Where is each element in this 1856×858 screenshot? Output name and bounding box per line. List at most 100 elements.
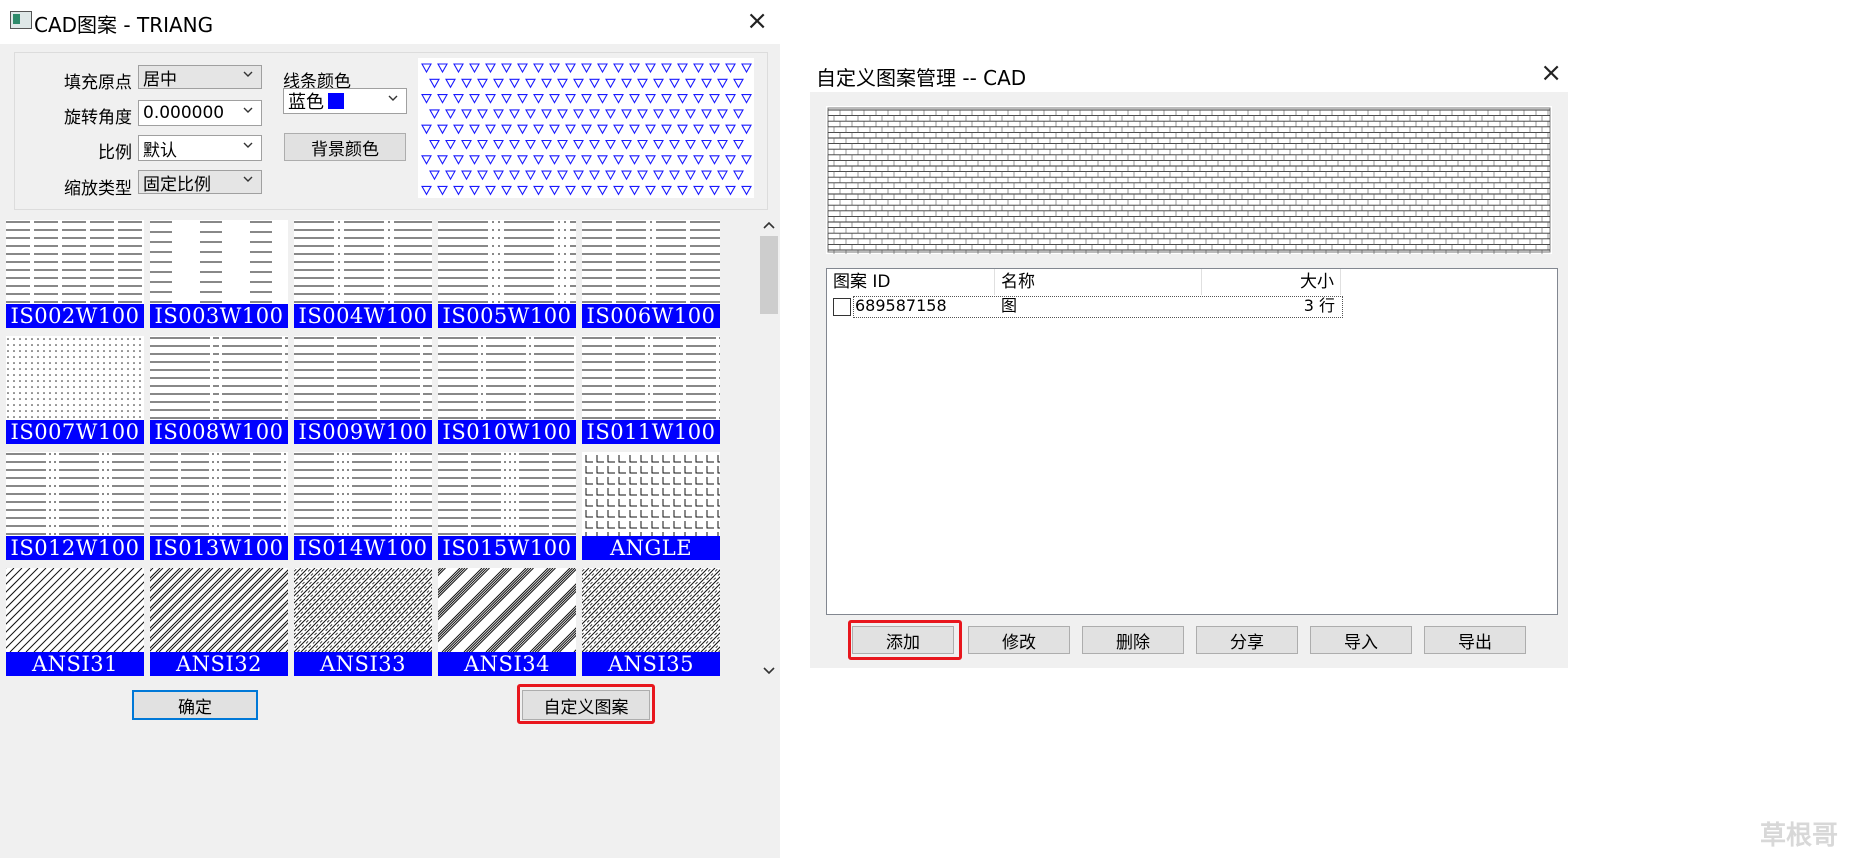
pattern-thumbnail	[6, 568, 144, 652]
pattern-thumbnail	[582, 220, 720, 304]
pattern-thumbnail	[438, 336, 576, 420]
pattern-tile[interactable]: ANSI35	[582, 568, 720, 676]
vertical-scrollbar[interactable]	[758, 216, 780, 680]
pattern-thumbnail	[438, 220, 576, 304]
pattern-thumbnail	[6, 452, 144, 536]
pattern-id: 689587158	[855, 296, 947, 315]
pattern-tile[interactable]: IS003W100	[150, 220, 288, 328]
pattern-tile[interactable]: IS014W100	[294, 452, 432, 560]
scale-select[interactable]: 默认	[138, 135, 262, 161]
scale-type-label: 缩放类型	[64, 179, 132, 199]
chevron-down-icon	[243, 176, 253, 182]
pattern-tile[interactable]: ANSI33	[294, 568, 432, 676]
cad-pattern-dialog: CAD图案 - TRIANG × 填充原点 居中 旋转角度 0.000000 比…	[0, 0, 780, 858]
ok-button[interactable]: 确定	[132, 690, 258, 720]
close-icon[interactable]: ×	[746, 6, 768, 36]
custom-pattern-button[interactable]: 自定义图案	[522, 690, 650, 720]
custom-pattern-preview	[826, 106, 1552, 256]
pattern-thumbnail	[438, 568, 576, 652]
pattern-tile-label: IS015W100	[438, 536, 576, 560]
chevron-down-icon	[243, 71, 253, 77]
rotation-label: 旋转角度	[64, 108, 132, 128]
pattern-tile-label: IS013W100	[150, 536, 288, 560]
pattern-tile[interactable]: IS009W100	[294, 336, 432, 444]
pattern-tile-label: ANSI32	[150, 652, 288, 676]
window-title: CAD图案 - TRIANG	[34, 13, 214, 37]
modify-button[interactable]: 修改	[968, 626, 1070, 654]
row-checkbox[interactable]	[833, 298, 851, 316]
column-header-size[interactable]: 大小	[1202, 269, 1341, 295]
background-color-button[interactable]: 背景颜色	[284, 133, 406, 161]
pattern-tile-label: IS002W100	[6, 304, 144, 328]
pattern-tile[interactable]: IS006W100	[582, 220, 720, 328]
chevron-down-icon	[243, 142, 253, 148]
scale-type-select[interactable]: 固定比例	[138, 170, 262, 195]
pattern-thumbnail	[6, 336, 144, 420]
scale-label: 比例	[98, 143, 132, 163]
pattern-tile-label: IS009W100	[294, 420, 432, 444]
pattern-tile[interactable]: IS008W100	[150, 336, 288, 444]
pattern-tile[interactable]: IS011W100	[582, 336, 720, 444]
chevron-down-icon	[388, 95, 398, 101]
close-icon[interactable]: ×	[1540, 58, 1562, 88]
rotation-select[interactable]: 0.000000	[138, 100, 262, 126]
pattern-tile[interactable]: IS013W100	[150, 452, 288, 560]
pattern-tile[interactable]: IS010W100	[438, 336, 576, 444]
pattern-tile[interactable]: ANSI34	[438, 568, 576, 676]
fill-origin-select[interactable]: 居中	[138, 65, 262, 90]
pattern-tile[interactable]: IS005W100	[438, 220, 576, 328]
pattern-thumbnail	[6, 220, 144, 304]
chevron-down-icon[interactable]	[763, 666, 775, 676]
share-button[interactable]: 分享	[1196, 626, 1298, 654]
pattern-tile-label: IS004W100	[294, 304, 432, 328]
pattern-tile-label: IS007W100	[6, 420, 144, 444]
pattern-thumbnail	[582, 336, 720, 420]
scrollbar-thumb[interactable]	[760, 236, 778, 314]
pattern-thumbnail	[294, 336, 432, 420]
delete-button[interactable]: 删除	[1082, 626, 1184, 654]
pattern-tile[interactable]: IS002W100	[6, 220, 144, 328]
chevron-up-icon[interactable]	[763, 220, 775, 230]
export-button[interactable]: 导出	[1424, 626, 1526, 654]
rotation-value: 0.000000	[143, 103, 225, 123]
window-title: 自定义图案管理 -- CAD	[816, 66, 1027, 90]
pattern-tile[interactable]: ANSI31	[6, 568, 144, 676]
pattern-thumbnail	[294, 452, 432, 536]
pattern-tile-label: ANSI33	[294, 652, 432, 676]
title-bar: CAD图案 - TRIANG ×	[0, 0, 780, 44]
color-swatch	[328, 93, 344, 109]
pattern-tile[interactable]: IS007W100	[6, 336, 144, 444]
fill-origin-label: 填充原点	[64, 73, 132, 93]
pattern-thumbnail	[582, 568, 720, 652]
column-header-name[interactable]: 名称	[995, 269, 1202, 295]
pattern-tile-label: ANSI35	[582, 652, 720, 676]
watermark: 草根哥	[1759, 821, 1838, 851]
pattern-thumbnail	[582, 452, 720, 536]
pattern-tile[interactable]: IS015W100	[438, 452, 576, 560]
line-color-value: 蓝色	[288, 92, 324, 113]
pattern-tile[interactable]: ANSI32	[150, 568, 288, 676]
pattern-thumbnail	[150, 452, 288, 536]
pattern-tile-label: IS003W100	[150, 304, 288, 328]
custom-pattern-manager-dialog: 自定义图案管理 -- CAD × 图案 ID 名称 大小 689587158 图…	[810, 56, 1568, 668]
pattern-tile-label: ANSI31	[6, 652, 144, 676]
line-color-select[interactable]: 蓝色	[283, 88, 407, 114]
title-bar: 自定义图案管理 -- CAD ×	[810, 56, 1568, 92]
pattern-size: 3 行	[1303, 296, 1335, 315]
add-button[interactable]: 添加	[852, 626, 954, 654]
table-row[interactable]: 689587158 图 3 行	[829, 296, 1343, 318]
pattern-thumbnail	[294, 568, 432, 652]
pattern-name: 图	[1001, 296, 1018, 315]
pattern-tile-label: IS014W100	[294, 536, 432, 560]
list-header: 图案 ID 名称 大小	[827, 269, 1341, 295]
column-header-id[interactable]: 图案 ID	[827, 269, 995, 295]
pattern-tile[interactable]: ANGLE	[582, 452, 720, 560]
pattern-list: 图案 ID 名称 大小 689587158 图 3 行	[826, 268, 1558, 615]
pattern-grid: IS002W100 IS003W100 IS004W100 IS005W100 IS00…	[6, 220, 758, 680]
pattern-tile[interactable]: IS004W100	[294, 220, 432, 328]
pattern-preview	[418, 58, 754, 198]
pattern-tile-label: IS008W100	[150, 420, 288, 444]
scale-value: 默认	[143, 140, 177, 161]
import-button[interactable]: 导入	[1310, 626, 1412, 654]
pattern-tile[interactable]: IS012W100	[6, 452, 144, 560]
